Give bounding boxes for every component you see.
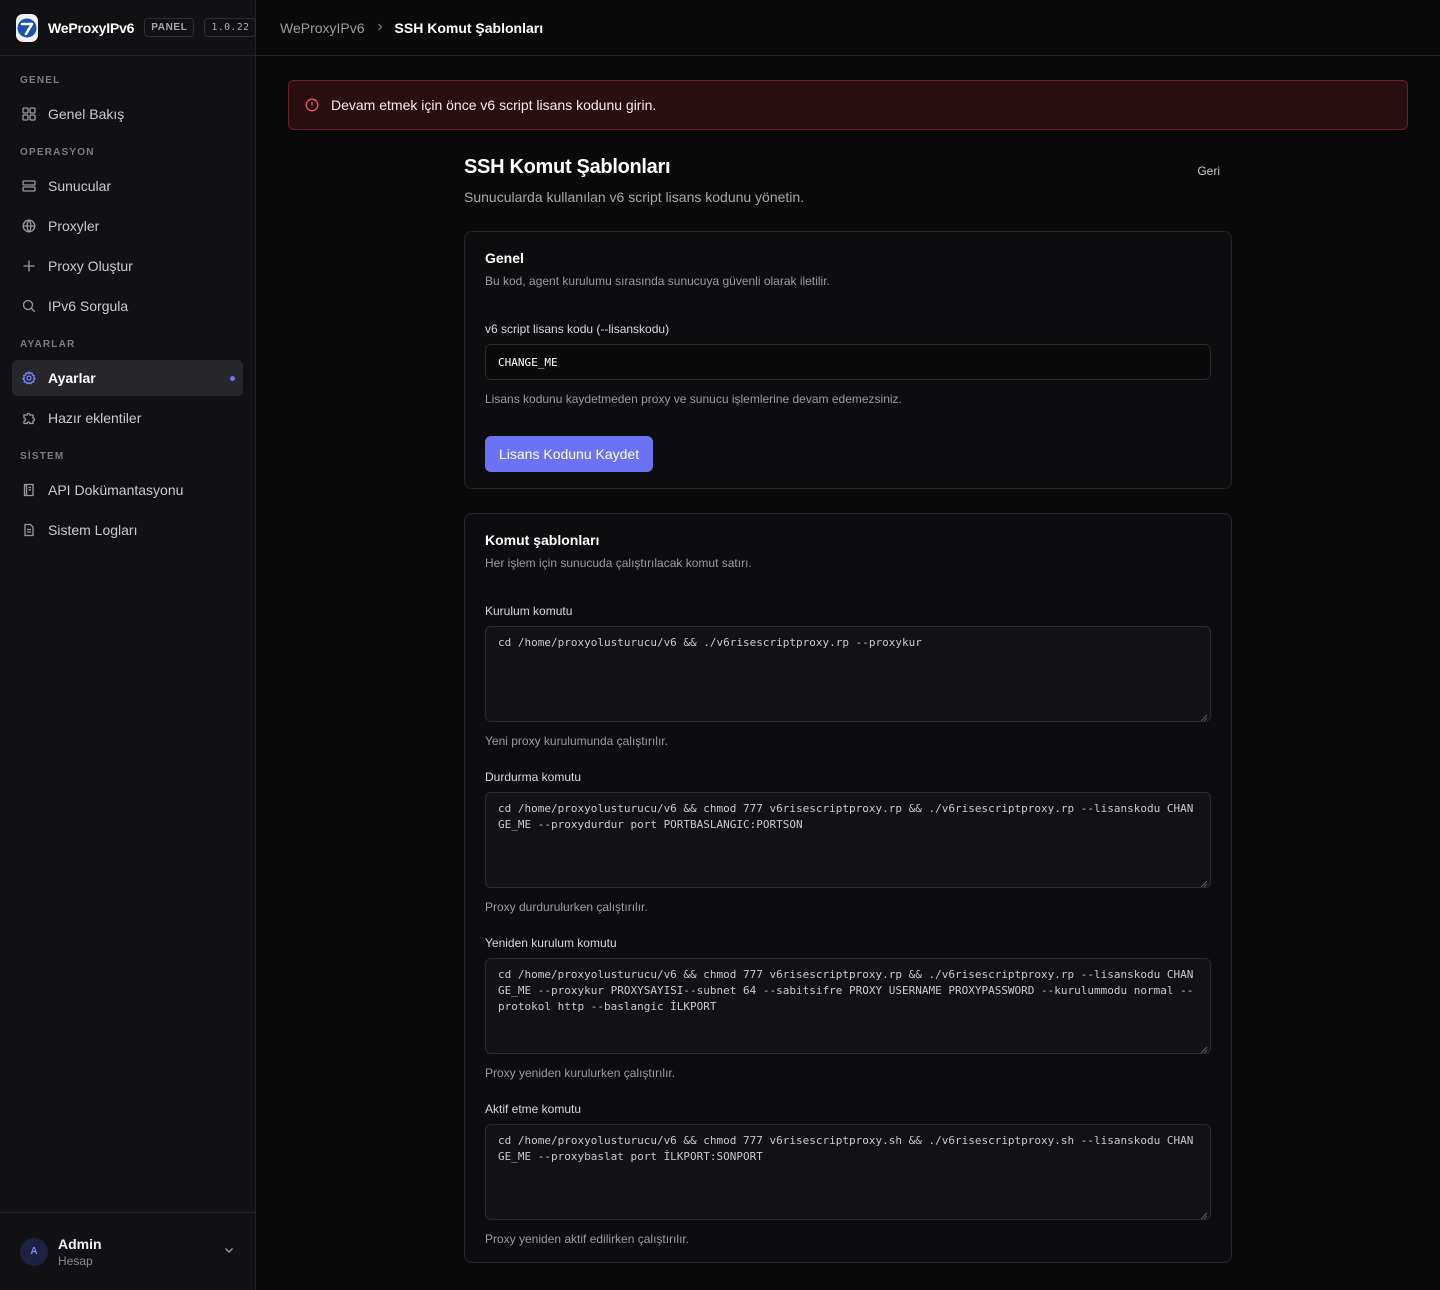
sidebar-item-label: Genel Bakış — [48, 106, 125, 122]
nav-section-ayarlar: AYARLAR Ayarlar Hazır eklentiler — [12, 338, 243, 436]
user-role: Hesap — [58, 1253, 93, 1268]
textarea-value: cd /home/proxyolusturucu/v6 && chmod 777… — [498, 802, 1194, 831]
activate-command-textarea[interactable]: cd /home/proxyolusturucu/v6 && chmod 777… — [485, 1124, 1211, 1220]
gear-icon — [22, 371, 36, 385]
sidebar-item-label: Proxy Oluştur — [48, 258, 133, 274]
plus-icon — [22, 259, 36, 273]
resize-handle-icon[interactable] — [1200, 877, 1208, 887]
resize-handle-icon[interactable] — [1200, 1209, 1208, 1219]
commands-card: Komut şablonları Her işlem için sunucuda… — [464, 513, 1232, 1263]
sidebar-item-label: Ayarlar — [48, 370, 96, 386]
license-field-label: v6 script lisans kodu (--lisanskodu) — [485, 322, 670, 336]
page-subtitle: Sunucularda kullanılan v6 script lisans … — [464, 189, 805, 205]
license-input[interactable]: CHANGE_ME — [485, 344, 1211, 380]
general-card: Genel Bu kod, agent kurulumu sırasında s… — [464, 231, 1232, 489]
sidebar-item-servers[interactable]: Sunucular — [12, 168, 243, 204]
active-indicator-dot — [230, 375, 235, 381]
reinstall-command-textarea[interactable]: cd /home/proxyolusturucu/v6 && chmod 777… — [485, 958, 1211, 1054]
reinstall-command-hint: Proxy yeniden kurulurken çalıştırılır. — [485, 1066, 676, 1080]
chevron-down-icon[interactable] — [223, 1243, 235, 1261]
section-title: OPERASYON — [20, 147, 95, 158]
breadcrumb: WeProxyIPv6 SSH Komut Şablonları — [256, 0, 1440, 56]
sidebar-item-proxies[interactable]: Proxyler — [12, 208, 243, 244]
page-title: SSH Komut Şablonları — [464, 156, 671, 178]
book-icon — [22, 483, 36, 497]
save-license-button[interactable]: Lisans Kodunu Kaydet — [485, 436, 654, 472]
stop-command-label: Durdurma komutu — [485, 770, 582, 784]
license-hint: Lisans kodunu kaydetmeden proxy ve sunuc… — [485, 392, 902, 406]
sidebar-nav: GENEL Genel Bakış OPERASYON Sunucular Pr… — [0, 56, 255, 1290]
sidebar-item-label: Sunucular — [48, 178, 112, 194]
alert-circle-icon — [305, 98, 319, 112]
textarea-value: cd /home/proxyolusturucu/v6 && chmod 777… — [498, 1134, 1194, 1163]
install-command-hint: Yeni proxy kurulumunda çalıştırılır. — [485, 734, 668, 748]
sidebar: WeProxyIPv6 PANEL 1.0.22 GENEL Genel Bak… — [0, 0, 257, 1290]
logo-icon — [16, 13, 38, 42]
page: SSH Komut Şablonları Geri Sunucularda ku… — [464, 130, 1232, 1263]
user-name: Admin — [58, 1235, 102, 1252]
stop-command-hint: Proxy durdurulurken çalıştırılır. — [485, 900, 648, 914]
card-description: Her işlem için sunucuda çalıştırılacak k… — [485, 556, 752, 570]
activate-command-label: Aktif etme komutu — [485, 1102, 582, 1116]
sidebar-item-plugins[interactable]: Hazır eklentiler — [12, 400, 243, 436]
avatar: A — [20, 1237, 48, 1266]
brand[interactable]: WeProxyIPv6 PANEL 1.0.22 — [0, 0, 257, 56]
user-menu[interactable]: A Admin Hesap — [0, 1212, 255, 1290]
sidebar-item-api-docs[interactable]: API Dokümantasyonu — [12, 472, 243, 508]
card-title: Genel — [485, 250, 524, 266]
nav-section-operasyon: OPERASYON Sunucular Proxyler Proxy Oluşt… — [12, 146, 243, 324]
sidebar-item-create-proxy[interactable]: Proxy Oluştur — [12, 248, 243, 284]
sidebar-item-label: API Dokümantasyonu — [48, 482, 184, 498]
sidebar-item-label: IPv6 Sorgula — [48, 298, 129, 314]
textarea-value: cd /home/proxyolusturucu/v6 && ./v6rises… — [498, 636, 922, 649]
section-title: SİSTEM — [20, 451, 65, 462]
sidebar-item-system-logs[interactable]: Sistem Logları — [12, 512, 243, 548]
resize-handle-icon[interactable] — [1200, 1043, 1208, 1053]
card-description: Bu kod, agent kurulumu sırasında sunucuy… — [485, 274, 830, 288]
alert-text: Devam etmek için önce v6 script lisans k… — [331, 97, 657, 113]
sidebar-item-label: Proxyler — [48, 218, 100, 234]
panel-badge: PANEL — [144, 18, 195, 37]
sidebar-item-label: Hazır eklentiler — [48, 410, 142, 426]
breadcrumb-current: SSH Komut Şablonları — [394, 19, 544, 36]
section-title: AYARLAR — [20, 339, 76, 350]
breadcrumb-root[interactable]: WeProxyIPv6 — [280, 20, 365, 36]
globe-icon — [22, 219, 36, 233]
grid-icon — [22, 107, 36, 121]
nav-section-genel: GENEL Genel Bakış — [12, 74, 243, 132]
nav-section-sistem: SİSTEM API Dokümantasyonu Sistem Logları — [12, 450, 243, 548]
sidebar-item-overview[interactable]: Genel Bakış — [12, 96, 243, 132]
sidebar-item-ipv6-query[interactable]: IPv6 Sorgula — [12, 288, 243, 324]
main: WeProxyIPv6 SSH Komut Şablonları Devam e… — [256, 0, 1440, 1290]
brand-name: WeProxyIPv6 — [48, 19, 135, 36]
back-button[interactable]: Geri — [1197, 164, 1220, 178]
search-icon — [22, 299, 36, 313]
sidebar-item-settings[interactable]: Ayarlar — [12, 360, 243, 396]
license-alert: Devam etmek için önce v6 script lisans k… — [288, 80, 1408, 130]
reinstall-command-label: Yeniden kurulum komutu — [485, 936, 617, 950]
textarea-value: cd /home/proxyolusturucu/v6 && chmod 777… — [498, 968, 1194, 1013]
chevron-right-icon — [375, 21, 385, 35]
stop-command-textarea[interactable]: cd /home/proxyolusturucu/v6 && chmod 777… — [485, 792, 1211, 888]
sidebar-item-label: Sistem Logları — [48, 522, 138, 538]
install-command-textarea[interactable]: cd /home/proxyolusturucu/v6 && ./v6rises… — [485, 626, 1211, 722]
server-icon — [22, 179, 36, 193]
resize-handle-icon[interactable] — [1200, 711, 1208, 721]
file-icon — [22, 523, 36, 537]
user-info: Admin Hesap — [58, 1236, 102, 1268]
page-header: SSH Komut Şablonları Geri — [464, 156, 1232, 179]
version-badge: 1.0.22 — [204, 18, 257, 37]
card-title: Komut şablonları — [485, 532, 600, 548]
section-title: GENEL — [20, 75, 61, 86]
content: Devam etmek için önce v6 script lisans k… — [256, 56, 1440, 1263]
puzzle-icon — [22, 411, 36, 425]
activate-command-hint: Proxy yeniden aktif edilirken çalıştırıl… — [485, 1232, 690, 1246]
install-command-label: Kurulum komutu — [485, 604, 573, 618]
app: WeProxyIPv6 PANEL 1.0.22 GENEL Genel Bak… — [0, 0, 1440, 1290]
